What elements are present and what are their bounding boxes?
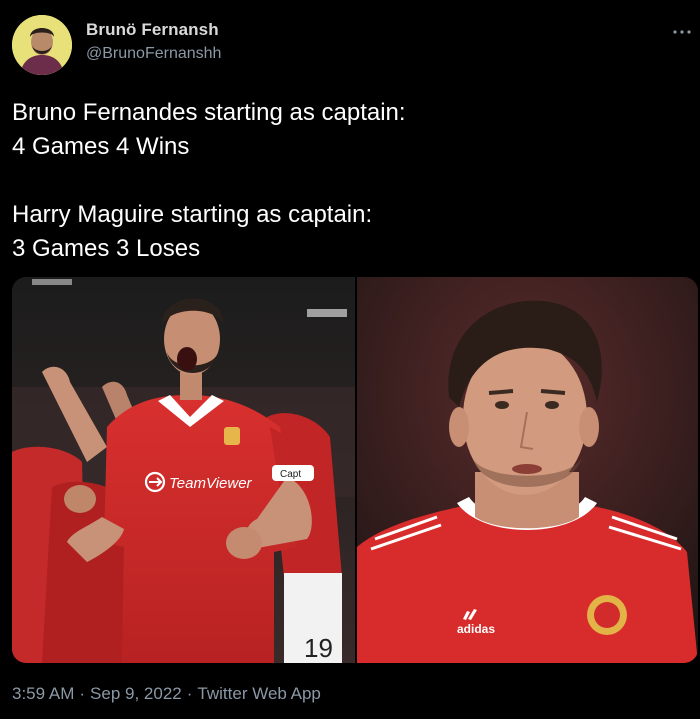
captain-armband-text: Capt [280,469,301,480]
author-handle[interactable]: @BrunoFernanshh [86,45,221,63]
separator: · [186,684,193,703]
avatar[interactable] [12,15,72,75]
shirt-brand: adidas [457,622,495,636]
more-horizontal-icon[interactable] [672,24,692,34]
author-display-name[interactable]: Brunö Fernansh [86,20,219,40]
avatar-image [12,15,72,75]
tweet-card: Brunö Fernansh @BrunoFernanshh Bruno Fer… [0,0,700,719]
tweet-line-break [12,164,688,198]
tweet-text: Bruno Fernandes starting as captain: 4 G… [12,96,688,266]
tweet-media[interactable]: 19 Capt TeamViewer adidas [12,277,698,663]
shorts-number: 19 [304,633,333,663]
media-photo-left[interactable]: 19 Capt TeamViewer [12,277,355,663]
tweet-source[interactable]: Twitter Web App [197,684,320,703]
tweet-time[interactable]: 3:59 AM [12,684,74,703]
separator: · [79,684,86,703]
shirt-sponsor: TeamViewer [169,475,253,492]
tweet-date[interactable]: Sep 9, 2022 [90,684,182,703]
tweet-line: Harry Maguire starting as captain: [12,201,373,228]
tweet-line: 4 Games 4 Wins [12,133,190,160]
tweet-line: Bruno Fernandes starting as captain: [12,99,406,126]
media-photo-right[interactable]: adidas [357,277,698,663]
photo-player-portrait: adidas [357,277,698,663]
tweet-metadata: 3:59 AM · Sep 9, 2022 · Twitter Web App [12,684,321,704]
tweet-line: 3 Games 3 Loses [12,235,201,262]
photo-celebrating-player: 19 Capt TeamViewer [12,277,355,663]
